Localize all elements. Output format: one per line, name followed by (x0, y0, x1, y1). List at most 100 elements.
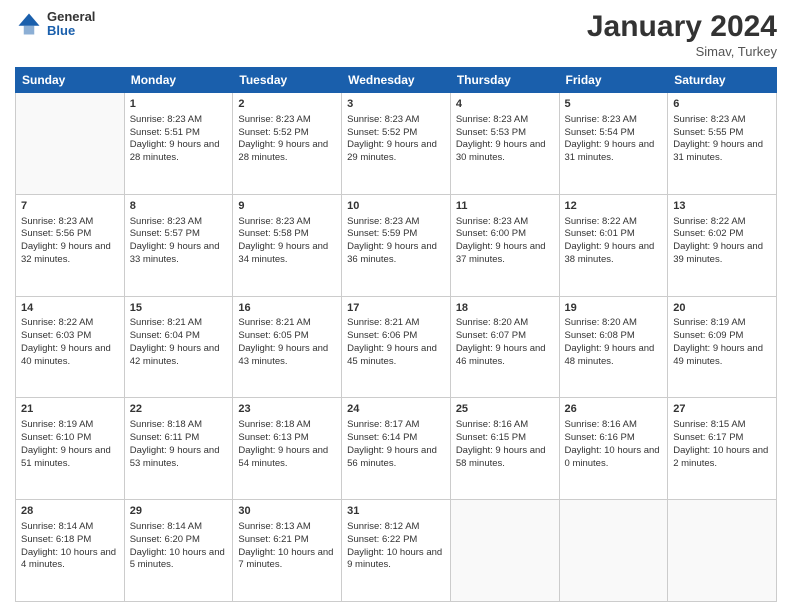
calendar-cell: 20Sunrise: 8:19 AMSunset: 6:09 PMDayligh… (668, 296, 777, 398)
calendar-cell: 12Sunrise: 8:22 AMSunset: 6:01 PMDayligh… (559, 194, 668, 296)
sunset-text: Sunset: 6:08 PM (565, 330, 635, 341)
day-number: 30 (238, 504, 336, 519)
sunrise-text: Sunrise: 8:14 AM (130, 521, 202, 532)
sunset-text: Sunset: 6:03 PM (21, 330, 91, 341)
calendar-cell: 14Sunrise: 8:22 AMSunset: 6:03 PMDayligh… (16, 296, 125, 398)
sunrise-text: Sunrise: 8:12 AM (347, 521, 419, 532)
calendar-cell: 7Sunrise: 8:23 AMSunset: 5:56 PMDaylight… (16, 194, 125, 296)
sunset-text: Sunset: 5:51 PM (130, 127, 200, 138)
logo-blue-text: Blue (47, 24, 95, 38)
calendar-cell: 23Sunrise: 8:18 AMSunset: 6:13 PMDayligh… (233, 398, 342, 500)
col-monday: Monday (124, 68, 233, 93)
daylight-text: Daylight: 9 hours and 37 minutes. (456, 241, 546, 265)
logo-text: General Blue (47, 10, 95, 39)
sunrise-text: Sunrise: 8:21 AM (238, 317, 310, 328)
daylight-text: Daylight: 9 hours and 30 minutes. (456, 139, 546, 163)
calendar-cell: 22Sunrise: 8:18 AMSunset: 6:11 PMDayligh… (124, 398, 233, 500)
sunrise-text: Sunrise: 8:18 AM (238, 419, 310, 430)
calendar-cell: 13Sunrise: 8:22 AMSunset: 6:02 PMDayligh… (668, 194, 777, 296)
daylight-text: Daylight: 9 hours and 39 minutes. (673, 241, 763, 265)
title-block: January 2024 Simav, Turkey (587, 10, 777, 59)
sunset-text: Sunset: 6:07 PM (456, 330, 526, 341)
sunrise-text: Sunrise: 8:23 AM (21, 216, 93, 227)
day-number: 4 (456, 97, 554, 112)
calendar-cell: 27Sunrise: 8:15 AMSunset: 6:17 PMDayligh… (668, 398, 777, 500)
day-number: 1 (130, 97, 228, 112)
calendar-cell: 1Sunrise: 8:23 AMSunset: 5:51 PMDaylight… (124, 93, 233, 195)
sunset-text: Sunset: 5:57 PM (130, 228, 200, 239)
calendar-week-5: 28 Sunrise: 8:14 AM Sunset: 6:18 PM Dayligh… (16, 500, 777, 602)
daylight-text: Daylight: 9 hours and 28 minutes. (238, 139, 328, 163)
daylight-text: Daylight: 9 hours and 32 minutes. (21, 241, 111, 265)
sunset-text: Sunset: 5:54 PM (565, 127, 635, 138)
calendar-cell: 31Sunrise: 8:12 AMSunset: 6:22 PMDayligh… (342, 500, 451, 602)
sunset-text: Sunset: 5:52 PM (347, 127, 417, 138)
sunset-text: Sunset: 6:00 PM (456, 228, 526, 239)
day-number: 13 (673, 199, 771, 214)
col-tuesday: Tuesday (233, 68, 342, 93)
sunrise-text: Sunrise: 8:23 AM (347, 114, 419, 125)
day-number: 10 (347, 199, 445, 214)
calendar-cell (450, 500, 559, 602)
sunrise-text: Sunrise: 8:22 AM (673, 216, 745, 227)
col-thursday: Thursday (450, 68, 559, 93)
sunrise-text: Sunrise: 8:18 AM (130, 419, 202, 430)
sunrise-text: Sunrise: 8:23 AM (238, 114, 310, 125)
calendar-table: Sunday Monday Tuesday Wednesday Thursday… (15, 67, 777, 602)
sunset-text: Sunset: 6:22 PM (347, 534, 417, 545)
sunrise-text: Sunrise: 8:16 AM (565, 419, 637, 430)
calendar-cell: 10Sunrise: 8:23 AMSunset: 5:59 PMDayligh… (342, 194, 451, 296)
sunset-text: Sunset: 6:13 PM (238, 432, 308, 443)
sunrise-text: Sunrise: 8:21 AM (347, 317, 419, 328)
calendar-week-4: 21Sunrise: 8:19 AMSunset: 6:10 PMDayligh… (16, 398, 777, 500)
sunset-text: Sunset: 5:55 PM (673, 127, 743, 138)
calendar-cell: 3Sunrise: 8:23 AMSunset: 5:52 PMDaylight… (342, 93, 451, 195)
day-number: 27 (673, 402, 771, 417)
sunset-text: Sunset: 5:53 PM (456, 127, 526, 138)
calendar-cell (559, 500, 668, 602)
day-number: 24 (347, 402, 445, 417)
day-number: 6 (673, 97, 771, 112)
sunset-text: Sunset: 6:04 PM (130, 330, 200, 341)
day-number: 16 (238, 301, 336, 316)
sunset-text: Sunset: 6:15 PM (456, 432, 526, 443)
daylight-text: Daylight: 9 hours and 48 minutes. (565, 343, 655, 367)
header: General Blue January 2024 Simav, Turkey (15, 10, 777, 59)
calendar-cell: 21Sunrise: 8:19 AMSunset: 6:10 PMDayligh… (16, 398, 125, 500)
day-number: 8 (130, 199, 228, 214)
sunrise-text: Sunrise: 8:23 AM (130, 216, 202, 227)
calendar-cell: 5Sunrise: 8:23 AMSunset: 5:54 PMDaylight… (559, 93, 668, 195)
page: General Blue January 2024 Simav, Turkey … (0, 0, 792, 612)
day-number: 29 (130, 504, 228, 519)
sunset-text: Sunset: 6:11 PM (130, 432, 200, 443)
day-number: 11 (456, 199, 554, 214)
day-number: 17 (347, 301, 445, 316)
sunrise-text: Sunrise: 8:23 AM (456, 114, 528, 125)
day-number: 2 (238, 97, 336, 112)
sunset-text: Sunset: 6:05 PM (238, 330, 308, 341)
daylight-text: Daylight: 10 hours and 7 minutes. (238, 547, 333, 571)
day-number: 21 (21, 402, 119, 417)
calendar-cell: 28Sunrise: 8:14 AMSunset: 6:18 PMDayligh… (16, 500, 125, 602)
calendar-cell: 4 Sunrise: 8:23 AM Sunset: 5:53 PMDaylight… (450, 93, 559, 195)
sunrise-text: Sunrise: 8:23 AM (238, 216, 310, 227)
daylight-text: Daylight: 10 hours and 0 minutes. (565, 445, 660, 469)
daylight-text: Daylight: 9 hours and 56 minutes. (347, 445, 437, 469)
sunset-text: Sunset: 6:09 PM (673, 330, 743, 341)
day-number: 28 (21, 504, 119, 519)
sunset-text: Sunset: 5:58 PM (238, 228, 308, 239)
daylight-text: Daylight: 9 hours and 31 minutes. (565, 139, 655, 163)
daylight-text: Daylight: 9 hours and 40 minutes. (21, 343, 111, 367)
daylight-text: Daylight: 10 hours and 9 minutes. (347, 547, 442, 571)
calendar-cell: 6Sunrise: 8:23 AMSunset: 5:55 PMDaylight… (668, 93, 777, 195)
sunrise-text: Sunrise: 8:17 AM (347, 419, 419, 430)
sunrise-text: Sunrise: 8:22 AM (21, 317, 93, 328)
sunrise-text: Sunrise: 8:21 AM (130, 317, 202, 328)
sunset-text: Sunset: 6:18 PM (21, 534, 91, 545)
day-number: 3 (347, 97, 445, 112)
day-number: 19 (565, 301, 663, 316)
sunset-text: Sunset: 5:59 PM (347, 228, 417, 239)
sunrise-text: Sunrise: 8:19 AM (21, 419, 93, 430)
calendar-cell: 30Sunrise: 8:13 AMSunset: 6:21 PMDayligh… (233, 500, 342, 602)
calendar-cell: 11Sunrise: 8:23 AMSunset: 6:00 PMDayligh… (450, 194, 559, 296)
